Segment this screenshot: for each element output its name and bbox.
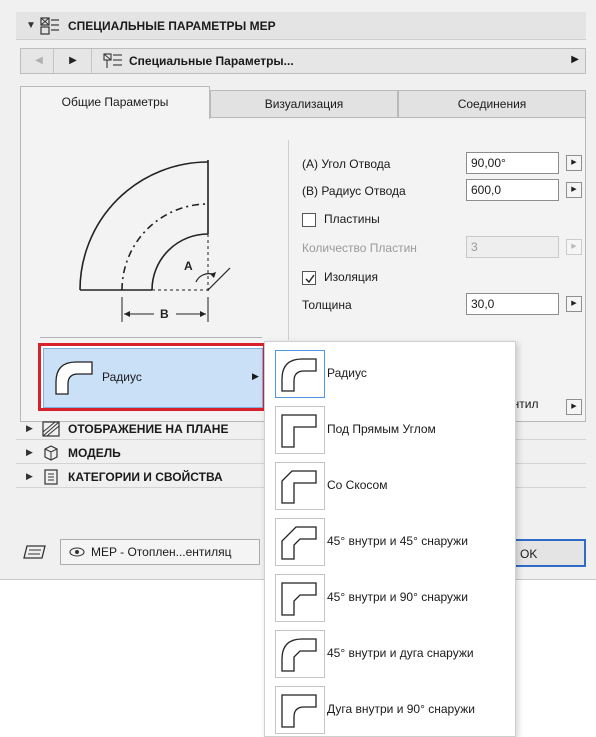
cube-icon <box>42 445 60 464</box>
menu-item-label: Дуга внутри и 90° снаружи <box>327 702 475 716</box>
bevel-elbow-icon <box>281 470 317 504</box>
nav-separator <box>91 49 92 73</box>
list-icon <box>42 469 60 488</box>
section-title: МОДЕЛЬ <box>68 446 121 460</box>
expand-triangle-icon[interactable]: ▶ <box>26 423 33 434</box>
section-title: СПЕЦИАЛЬНЫЕ ПАРАМЕТРЫ MEP <box>68 19 276 33</box>
plate-count-arrow-icon[interactable]: ▶ <box>566 239 582 255</box>
thickness-input[interactable]: 30,0 <box>466 293 559 315</box>
layer-name: MEP - Отоплен...ентиляц <box>91 545 232 559</box>
radius-label: (B) Радиус Отвода <box>302 184 406 198</box>
menu-icon-frame <box>275 630 325 678</box>
content-vertical-separator <box>288 140 289 340</box>
insulation-label: Изоляция <box>324 270 378 284</box>
submenu-arrow-icon: ▶ <box>252 371 259 381</box>
menu-icon-frame <box>275 406 325 454</box>
layer-settings-icon[interactable] <box>22 543 48 561</box>
menu-item-radius[interactable]: Радиус <box>265 344 517 400</box>
angle-input[interactable]: 90,00° <box>466 152 559 174</box>
menu-item-arc-in-90-out[interactable]: Дуга внутри и 90° снаружи <box>265 680 517 736</box>
section-title: ОТОБРАЖЕНИЕ НА ПЛАНЕ <box>68 422 229 436</box>
menu-icon-frame <box>275 462 325 510</box>
menu-icon-frame <box>275 574 325 622</box>
45-in-90-out-elbow-icon <box>281 582 317 616</box>
plates-label: Пластины <box>324 212 380 226</box>
diagram-label-a: A <box>184 259 193 273</box>
menu-item-label: 45° внутри и дуга снаружи <box>327 646 474 660</box>
right-angle-elbow-icon <box>281 414 317 448</box>
thickness-options-arrow-icon[interactable]: ▶ <box>566 296 582 312</box>
menu-item-45-in-90-out[interactable]: 45° внутри и 90° снаружи <box>265 568 517 624</box>
radius-elbow-icon <box>55 361 93 395</box>
radius-elbow-icon <box>281 358 317 392</box>
menu-icon-frame <box>275 350 325 398</box>
menu-item-45-in-45-out[interactable]: 45° внутри и 45° снаружи <box>265 512 517 568</box>
plate-count-input[interactable]: 3 <box>466 236 559 258</box>
checkmark-icon <box>305 274 315 284</box>
elbow-shape-selector[interactable]: Радиус ▶ <box>38 343 266 411</box>
menu-item-label: Под Прямым Углом <box>327 422 436 436</box>
expand-triangle-icon[interactable]: ▶ <box>26 471 33 482</box>
tab-strip: Общие Параметры Визуализация Соединения <box>20 86 586 119</box>
menu-icon-frame <box>275 518 325 566</box>
angle-label: (A) Угол Отвода <box>302 157 391 171</box>
tab-connections[interactable]: Соединения <box>398 90 586 118</box>
mep-parameters-icon <box>40 17 60 38</box>
menu-item-label: Радиус <box>327 366 367 380</box>
menu-item-right-angle[interactable]: Под Прямым Углом <box>265 400 517 456</box>
floor-plan-icon <box>42 421 60 440</box>
elbow-shape-menu: Радиус Под Прямым Углом Со Скосом 45° вн… <box>264 341 516 737</box>
thickness-label: Толщина <box>302 298 352 312</box>
arc-in-90-out-elbow-icon <box>281 694 317 728</box>
tab-visualization[interactable]: Визуализация <box>210 90 398 118</box>
menu-icon-frame <box>275 686 325 734</box>
partial-options-arrow-icon[interactable]: ▶ <box>566 399 582 415</box>
section-title: КАТЕГОРИИ И СВОЙСТВА <box>68 470 223 484</box>
nav-separator <box>53 49 54 73</box>
diagram-label-b: B <box>160 307 169 321</box>
radius-input[interactable]: 600,0 <box>466 179 559 201</box>
radius-options-arrow-icon[interactable]: ▶ <box>566 182 582 198</box>
collapse-triangle-icon[interactable]: ▼ <box>26 20 36 31</box>
45-in-45-out-elbow-icon <box>281 526 317 560</box>
layer-selector-button[interactable]: MEP - Отоплен...ентиляц <box>60 539 260 565</box>
nav-forward-button[interactable]: ▶ <box>61 49 85 73</box>
special-parameters-icon <box>103 52 123 73</box>
angle-options-arrow-icon[interactable]: ▶ <box>566 155 582 171</box>
mep-section-header[interactable]: ▼ СПЕЦИАЛЬНЫЕ ПАРАМЕТРЫ MEP <box>16 12 586 40</box>
elbow-diagram: A B <box>79 160 231 322</box>
tab-general-parameters[interactable]: Общие Параметры <box>20 86 210 119</box>
elbow-shape-label: Радиус <box>102 370 142 384</box>
menu-item-45-in-arc-out[interactable]: 45° внутри и дуга снаружи <box>265 624 517 680</box>
menu-item-label: Со Скосом <box>327 478 388 492</box>
menu-item-label: 45° внутри и 90° снаружи <box>327 590 468 604</box>
navbar-expand-arrow-icon[interactable]: ▶ <box>571 54 579 65</box>
menu-item-label: 45° внутри и 45° снаружи <box>327 534 468 548</box>
plates-checkbox[interactable] <box>302 213 316 227</box>
elbow-shape-selector-face[interactable]: Радиус ▶ <box>43 348 263 408</box>
menu-item-bevel[interactable]: Со Скосом <box>265 456 517 512</box>
eye-icon <box>69 547 85 557</box>
subpanel-navbar: ◀ ▶ Специальные Параметры... ▶ <box>20 48 586 74</box>
navbar-title[interactable]: Специальные Параметры... <box>129 54 294 68</box>
insulation-checkbox[interactable] <box>302 271 316 285</box>
diagram-separator <box>40 337 262 338</box>
45-in-arc-out-elbow-icon <box>281 638 317 672</box>
expand-triangle-icon[interactable]: ▶ <box>26 447 33 458</box>
nav-back-button[interactable]: ◀ <box>27 49 51 73</box>
plate-count-label: Количество Пластин <box>302 241 417 255</box>
